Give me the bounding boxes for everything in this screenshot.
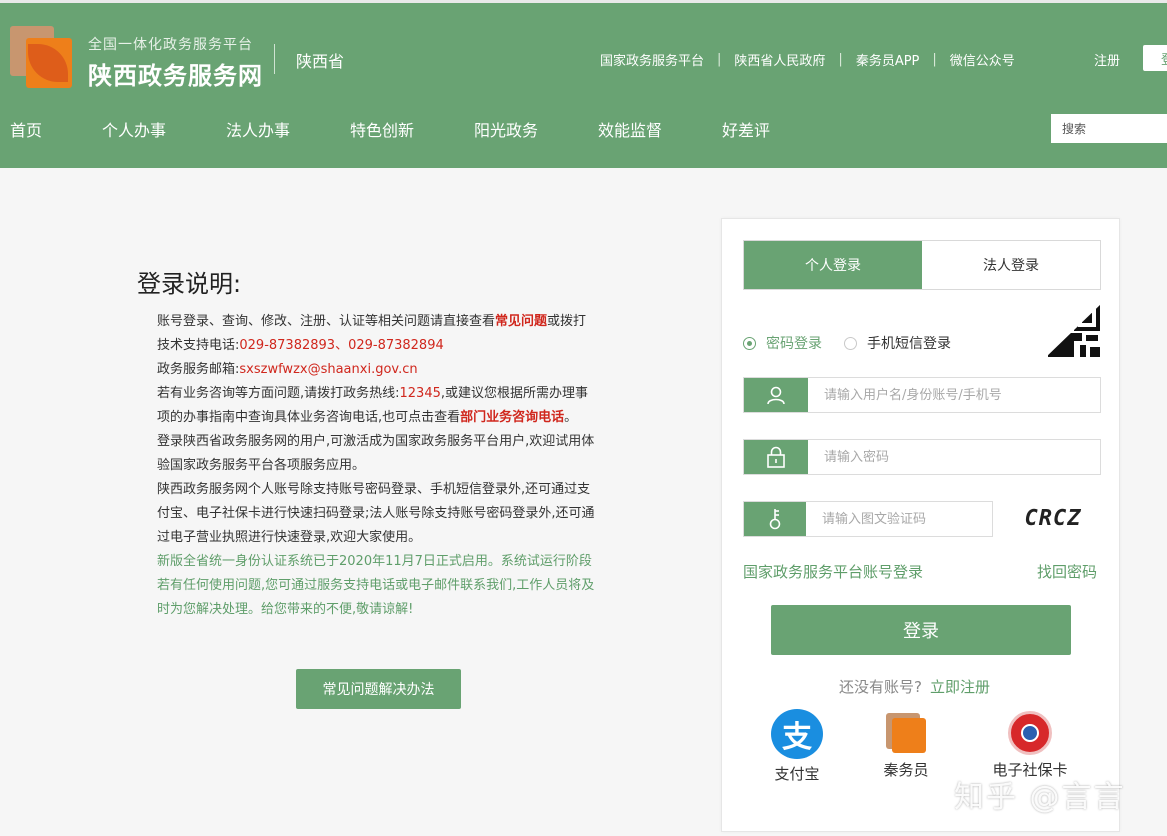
department-phone-link[interactable]: 部门业务咨询电话 (460, 410, 564, 425)
explanation-paragraph: 登录陕西省政务服务网的用户,可激活成为国家政务服务平台用户,欢迎试用体验国家政务… (157, 434, 595, 473)
watermark: 知乎 @言言 (954, 780, 1126, 815)
explanation-paragraph: 若有业务咨询等方面问题,请拨打政务热线:12345,或建议您根据所需办理事项的办… (157, 386, 589, 425)
top-link-app[interactable]: 秦务员APP (856, 50, 920, 69)
explanation-text: 账号登录、查询、修改、注册、认证等相关问题请直接查看常见问题或拨打技术支持电话:… (157, 310, 597, 622)
radio-password-login[interactable] (743, 336, 756, 350)
radio-password-label[interactable]: 密码登录 (766, 333, 822, 353)
explanation-notice: 新版全省统一身份认证系统已于2020年11月7日正式启用。系统试运行阶段若有任何… (157, 554, 595, 617)
login-tabs: 个人登录 法人登录 (743, 240, 1101, 290)
hotline: 12345 (399, 386, 441, 401)
site-subtitle: 全国一体化政务服务平台 (88, 37, 253, 53)
separator: | (717, 52, 722, 67)
search-input[interactable] (1051, 114, 1167, 143)
separator: | (932, 52, 937, 67)
lock-icon (744, 440, 808, 474)
register-link[interactable]: 注册 (1094, 50, 1120, 69)
main-nav: 首页 个人办事 法人办事 特色创新 阳光政务 效能监督 好差评 (10, 117, 802, 141)
login-submit-button[interactable]: 登录 (771, 605, 1071, 655)
social-security-icon (1008, 711, 1052, 755)
nav-personal[interactable]: 个人办事 (102, 117, 226, 141)
tab-personal-login[interactable]: 个人登录 (744, 241, 922, 289)
site-header: 全国一体化政务服务平台 陕西政务服务网 陕西省 国家政务服务平台 | 陕西省人民… (0, 0, 1167, 168)
site-title[interactable]: 陕西政务服务网 (88, 56, 263, 91)
captcha-field (743, 501, 993, 537)
nav-corporate[interactable]: 法人办事 (226, 117, 350, 141)
qinwuyuan-label: 秦务员 (883, 761, 929, 779)
explanation-paragraph: 陕西政务服务网个人账号除支持账号密码登录、手机短信登录外,还可通过支付宝、电子社… (157, 482, 595, 545)
top-link-national-platform[interactable]: 国家政务服务平台 (600, 50, 704, 69)
qr-code-icon[interactable] (1044, 303, 1102, 359)
top-link-wechat[interactable]: 微信公众号 (950, 50, 1015, 69)
alipay-label: 支付宝 (774, 765, 820, 783)
qinwuyuan-login[interactable]: 秦务员 (880, 709, 932, 780)
explanation-paragraph: 政务服务邮箱:sxszwfwzx@shaanxi.gov.cn (157, 362, 418, 377)
nav-innovation[interactable]: 特色创新 (350, 117, 474, 141)
support-email[interactable]: sxszwfwzx@shaanxi.gov.cn (239, 362, 417, 377)
login-method-radios: 密码登录 手机短信登录 (743, 333, 951, 353)
username-input[interactable] (808, 378, 1100, 412)
key-icon (744, 502, 806, 536)
nav-rating[interactable]: 好差评 (722, 117, 802, 141)
login-button-top[interactable]: 登录 (1143, 45, 1167, 71)
top-divider (0, 0, 1167, 3)
social-security-card-login[interactable]: 电子社保卡 (984, 709, 1076, 780)
region-selector[interactable]: 陕西省 (296, 48, 344, 72)
password-input[interactable] (808, 440, 1100, 474)
tab-corporate-login[interactable]: 法人登录 (922, 241, 1100, 289)
username-field (743, 377, 1101, 413)
alipay-icon: 支 (771, 709, 823, 759)
qinwuyuan-icon (886, 713, 926, 753)
captcha-input[interactable] (806, 502, 992, 536)
top-links: 国家政务服务平台 | 陕西省人民政府 | 秦务员APP | 微信公众号 (600, 50, 1015, 69)
nav-supervision[interactable]: 效能监督 (598, 117, 722, 141)
captcha-image[interactable]: CRCZ (1005, 501, 1101, 535)
support-phone: 029-87382893、029-87382894 (239, 338, 444, 353)
site-logo[interactable] (10, 26, 72, 88)
national-platform-login-link[interactable]: 国家政务服务平台账号登录 (743, 561, 923, 582)
faq-link[interactable]: 常见问题 (495, 314, 547, 329)
alipay-login[interactable]: 支 支付宝 (771, 709, 823, 784)
radio-sms-label[interactable]: 手机短信登录 (867, 333, 951, 353)
explanation-paragraph: 账号登录、查询、修改、注册、认证等相关问题请直接查看常见问题或拨打技术支持电话:… (157, 314, 587, 353)
nav-home[interactable]: 首页 (10, 117, 102, 141)
faq-solutions-button[interactable]: 常见问题解决办法 (296, 669, 461, 709)
password-field (743, 439, 1101, 475)
explanation-title: 登录说明: (137, 270, 242, 298)
top-link-provincial-gov[interactable]: 陕西省人民政府 (734, 50, 825, 69)
register-now-link[interactable]: 立即注册 (930, 678, 990, 696)
header-divider (274, 44, 275, 74)
separator: | (838, 52, 843, 67)
nav-open-government[interactable]: 阳光政务 (474, 117, 598, 141)
no-account-prompt: 还没有账号? 立即注册 (839, 678, 990, 696)
login-card: 个人登录 法人登录 密码登录 手机短信登录 请输入用户名/身份账号/手机号 请输… (721, 218, 1120, 832)
radio-sms-login[interactable] (844, 336, 857, 350)
user-icon (744, 378, 808, 412)
forgot-password-link[interactable]: 找回密码 (1037, 561, 1097, 582)
